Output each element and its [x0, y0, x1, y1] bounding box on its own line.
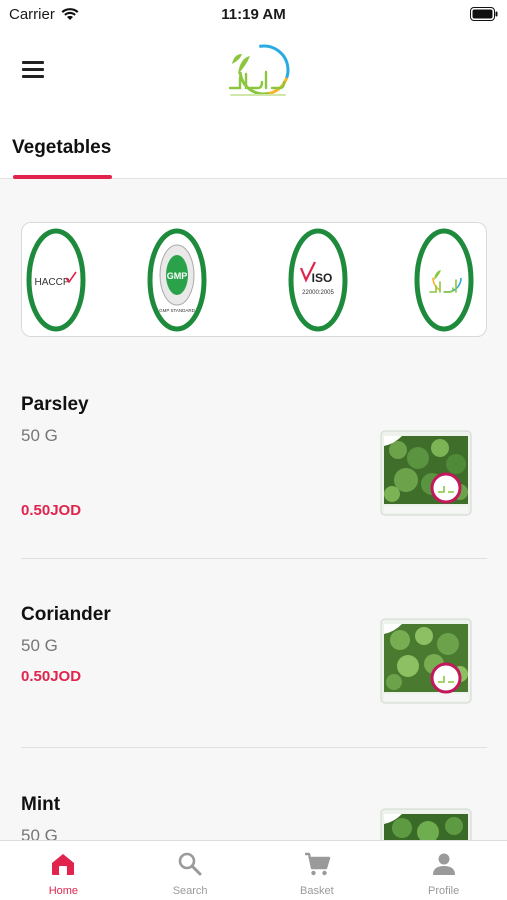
coriander-package-image[interactable]: [378, 616, 474, 706]
nav-profile[interactable]: Profile: [380, 841, 507, 900]
product-name: Coriander: [21, 604, 111, 625]
tab-vegetables[interactable]: Vegetables: [12, 137, 111, 159]
menu-line: [22, 68, 44, 71]
product-item-mint[interactable]: Mint 50 G: [0, 780, 507, 840]
product-weight: 50 G: [21, 826, 58, 840]
divider: [21, 558, 487, 559]
home-icon: [52, 854, 75, 875]
product-weight: 50 G: [21, 426, 58, 445]
nav-home-label: Home: [48, 885, 79, 897]
status-time: 11:19 AM: [221, 5, 286, 23]
app-header: [0, 28, 507, 120]
iso-label: ISO: [312, 271, 333, 285]
nav-search-label: Search: [172, 885, 208, 897]
user-icon: [432, 853, 455, 875]
iso-badge-icon: ISO 22000:2005: [288, 228, 348, 332]
product-price: 0.50JOD: [21, 502, 82, 519]
battery-icon: [470, 7, 498, 21]
haccp-badge-icon: HACCP: [26, 228, 86, 332]
nav-search[interactable]: Search: [127, 841, 254, 900]
nav-basket[interactable]: Basket: [254, 841, 381, 900]
iso-sublabel: 22000:2005: [302, 290, 334, 296]
product-item-parsley[interactable]: Parsley 50 G 0.50JOD: [0, 380, 507, 560]
bottom-navigation: Home Search Basket Profile: [0, 840, 507, 900]
nav-profile-label: Profile: [428, 885, 460, 897]
product-item-coriander[interactable]: Coriander 50 G 0.50JOD: [0, 590, 507, 750]
divider: [21, 747, 487, 748]
product-name: Parsley: [21, 394, 89, 415]
category-tabs: Vegetables: [0, 120, 507, 179]
product-name: Mint: [21, 794, 61, 815]
parsley-package-image[interactable]: [378, 428, 474, 518]
mint-package-image[interactable]: [378, 806, 474, 840]
nav-home[interactable]: Home: [0, 841, 127, 900]
haccp-label: HACCP: [34, 277, 69, 288]
cart-icon: [304, 852, 331, 876]
status-bar: Carrier 11:19 AM: [0, 0, 507, 28]
menu-line: [22, 75, 44, 78]
nav-basket-label: Basket: [300, 885, 334, 897]
ishtal-badge-icon: [414, 228, 474, 332]
active-tab-indicator: [13, 175, 112, 179]
hamburger-menu-button[interactable]: [22, 61, 48, 83]
search-icon: [178, 852, 202, 876]
product-price: 0.50JOD: [21, 668, 82, 685]
menu-line: [22, 61, 44, 64]
certifications-banner: HACCP GMP GMP STANDARD ISO 22000:2005: [21, 222, 487, 337]
gmp-label: GMP: [167, 271, 188, 281]
gmp-badge-icon: GMP GMP STANDARD: [147, 228, 207, 332]
gmp-sublabel: GMP STANDARD: [159, 308, 196, 313]
ishtal-logo-icon: [228, 44, 290, 96]
product-weight: 50 G: [21, 636, 58, 655]
